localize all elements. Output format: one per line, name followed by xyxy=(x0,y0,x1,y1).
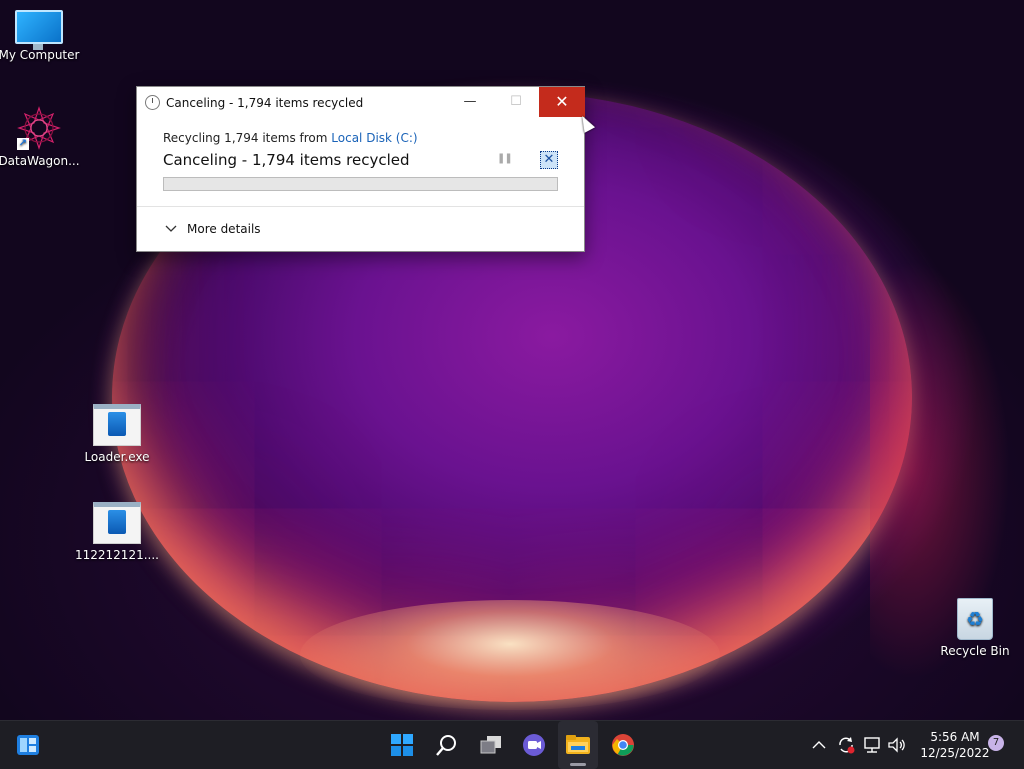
clock[interactable]: 5:56 AM 12/25/2022 xyxy=(912,729,998,761)
more-details-label: More details xyxy=(187,222,261,236)
cancel-operation-button[interactable]: ✕ xyxy=(540,151,558,169)
show-hidden-icons-button[interactable] xyxy=(812,721,826,769)
desktop-icon-label: Recycle Bin xyxy=(940,644,1010,658)
monitor-icon xyxy=(0,10,82,50)
wallpaper-glow xyxy=(300,600,720,710)
executable-icon xyxy=(74,404,160,446)
pause-button[interactable]: ❚❚ xyxy=(497,153,513,164)
status-text: Canceling - 1,794 items recycled xyxy=(163,151,410,169)
desktop-icon-label: DataWagon... xyxy=(0,154,80,168)
source-location-link[interactable]: Local Disk (C:) xyxy=(331,131,417,145)
divider xyxy=(137,206,584,207)
desktop-icon-label: 112212121.... xyxy=(75,548,159,562)
recycle-progress-dialog: Canceling - 1,794 items recycled — ☐ ✕ R… xyxy=(136,86,585,252)
minimize-button[interactable]: — xyxy=(447,87,493,117)
task-view-icon xyxy=(480,736,501,754)
file-explorer-button[interactable] xyxy=(558,721,598,769)
sync-alert-icon xyxy=(839,737,855,754)
chat-icon xyxy=(523,734,545,756)
desktop-icon-label: My Computer xyxy=(0,48,80,62)
volume-button[interactable] xyxy=(887,721,907,769)
chat-button[interactable] xyxy=(514,721,554,769)
shortcut-arrow-icon: ↗ xyxy=(17,138,29,150)
chevron-down-icon xyxy=(165,223,179,236)
desktop-icon-112212121[interactable]: 112212121.... xyxy=(74,502,160,562)
datawagon-icon: ↗ xyxy=(17,106,61,150)
network-button[interactable] xyxy=(862,721,882,769)
recycling-source-line: Recycling 1,794 items from Local Disk (C… xyxy=(163,131,418,145)
task-view-button[interactable] xyxy=(471,721,511,769)
start-button[interactable] xyxy=(382,721,422,769)
dialog-title: Canceling - 1,794 items recycled xyxy=(166,96,364,110)
search-button[interactable] xyxy=(427,721,467,769)
more-details-toggle[interactable]: More details xyxy=(165,222,261,236)
progress-bar xyxy=(163,177,558,191)
executable-icon xyxy=(74,502,160,544)
close-button[interactable]: ✕ xyxy=(539,87,585,117)
network-icon xyxy=(864,737,880,753)
search-icon xyxy=(436,735,456,756)
volume-icon xyxy=(888,737,905,753)
widgets-button[interactable] xyxy=(8,721,48,769)
start-icon xyxy=(391,734,413,756)
desktop-icon-recycle-bin[interactable]: ♻ Recycle Bin xyxy=(932,598,1018,658)
clock-time: 5:56 AM xyxy=(930,730,980,744)
notification-badge[interactable]: 7 xyxy=(988,735,1004,751)
dialog-titlebar[interactable]: Canceling - 1,794 items recycled — ☐ ✕ xyxy=(137,87,585,117)
maximize-button: ☐ xyxy=(510,94,522,109)
recycling-source-prefix: Recycling 1,794 items from xyxy=(163,131,332,145)
desktop-icon-label: Loader.exe xyxy=(84,450,150,464)
file-explorer-icon xyxy=(566,735,590,754)
clock-icon xyxy=(145,95,160,110)
desktop-icon-loader[interactable]: Loader.exe xyxy=(74,404,160,464)
desktop-icon-datawagon[interactable]: ↗ DataWagon... xyxy=(0,106,82,168)
chrome-icon xyxy=(612,734,634,756)
chevron-up-icon xyxy=(812,741,826,749)
taskbar: 5:56 AM 12/25/2022 xyxy=(0,720,1024,769)
widgets-icon xyxy=(17,735,39,755)
clock-date: 12/25/2022 xyxy=(920,746,990,760)
chrome-button[interactable] xyxy=(603,721,643,769)
tray-sync-icon-button[interactable] xyxy=(836,721,856,769)
recycle-bin-icon: ♻ xyxy=(932,598,1018,640)
desktop-icon-my-computer[interactable]: My Computer xyxy=(0,10,82,62)
